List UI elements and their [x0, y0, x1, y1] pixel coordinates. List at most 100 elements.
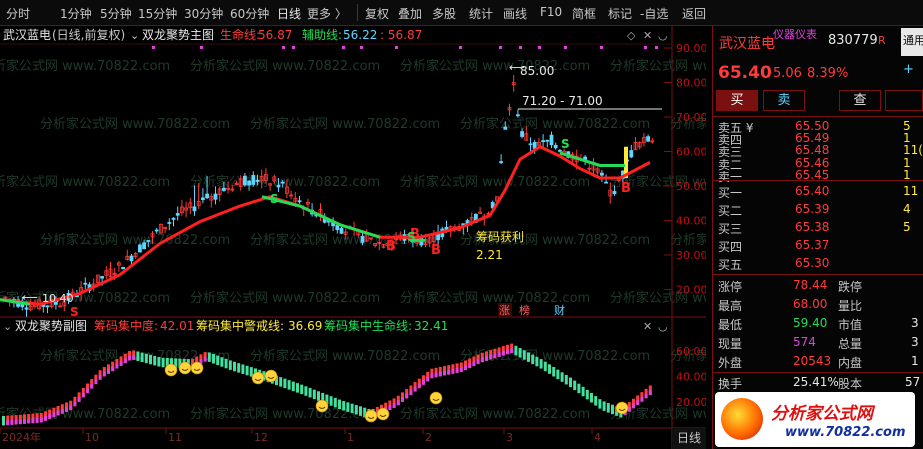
histogram-bar-lower: [14, 419, 18, 425]
candle-body: [24, 307, 29, 310]
mark-button[interactable]: 标记: [608, 5, 632, 22]
watermark-text: 分析家公式网 www.70822.com: [400, 174, 590, 190]
candle-body: [360, 235, 365, 243]
main-indicator-name[interactable]: 双龙聚势主图: [142, 28, 214, 42]
histogram-bar: [283, 378, 287, 389]
smiley-icon: [364, 409, 378, 423]
histogram-bar-lower: [94, 379, 98, 385]
price-tick-label: 40.00: [676, 215, 706, 228]
quote-side-plus-icon[interactable]: +: [903, 62, 914, 77]
histogram-bar: [514, 345, 518, 356]
tab-more[interactable]: 更多 〉: [307, 5, 347, 22]
divider: [713, 274, 923, 275]
buy-button[interactable]: 买: [716, 90, 758, 111]
bid-level-label: 买二: [718, 204, 743, 218]
c2-value: 36.69: [288, 319, 322, 333]
tab-5min[interactable]: 5分钟: [100, 5, 132, 22]
stat-label: 总量: [838, 337, 863, 351]
quote-tag[interactable]: 通用: [901, 28, 923, 56]
query-button[interactable]: 查: [839, 90, 881, 111]
multi-stock-button[interactable]: 多股: [432, 5, 456, 22]
histogram-bar: [153, 355, 157, 366]
histogram-bar-lower: [451, 368, 455, 374]
stat-label: 跌停: [838, 280, 863, 294]
date-tick-label: 3: [506, 431, 513, 444]
candle-body: [549, 134, 554, 146]
sub-indicator-name[interactable]: 双龙聚势副图: [15, 319, 87, 333]
histogram-bar-lower: [443, 370, 446, 376]
histogram-bar-lower: [468, 363, 472, 369]
date-tick-label: 12: [254, 431, 268, 444]
low-marker-icon: ⟵: [22, 291, 38, 304]
quote-industry: 仪器仪表: [773, 28, 817, 41]
logo-title: 分析家公式网: [771, 404, 873, 424]
watermark-text: 分析家公式网 www.70822.com: [190, 290, 380, 306]
candle-body: [154, 229, 159, 232]
c1-value: 42.01: [160, 319, 194, 333]
limit-up-tag-text: 涨: [499, 304, 510, 317]
life-line-label: 生命线:: [220, 27, 260, 42]
histogram-bar-lower: [6, 420, 10, 426]
svg-text:◡: ◡: [658, 320, 668, 333]
histogram-bar: [207, 352, 211, 362]
signal-dot: [292, 46, 295, 49]
smiley-icon: [251, 371, 265, 385]
histogram-bar: [527, 352, 530, 362]
bid-level-label: 买一: [718, 186, 743, 200]
histogram-bar: [279, 377, 283, 387]
tab-1min[interactable]: 1分钟: [60, 5, 92, 22]
panel-controls-icons[interactable]: ◇ ✕ ◡: [627, 29, 668, 42]
histogram-bar-lower: [44, 416, 47, 421]
quote-panel: 武汉蓝电 仪器仪表 830779 R 通用 65.40 5.06 8.39% +…: [712, 26, 923, 449]
histogram-bar-lower: [98, 374, 102, 380]
draw-button[interactable]: 画线: [503, 5, 527, 22]
sell-button[interactable]: 卖: [763, 90, 805, 111]
date-tick-label: 2024年: [2, 430, 41, 444]
signal-dot: [360, 46, 363, 49]
histogram-bar-lower: [23, 419, 26, 424]
histogram-bar: [602, 401, 606, 411]
candle-body: [192, 206, 197, 212]
frame-button[interactable]: 简框: [572, 5, 596, 22]
stat-value: 1: [911, 354, 919, 368]
candle-body: [167, 222, 172, 224]
overlay-button[interactable]: 叠加: [398, 5, 422, 22]
equity-value: 57: [905, 375, 921, 389]
watermark-text: 分析家公式网 www.70822.com: [0, 58, 170, 74]
stats-button[interactable]: 统计: [469, 5, 493, 22]
histogram-bar: [346, 402, 350, 412]
tab-timeshare[interactable]: 分时: [6, 5, 30, 22]
histogram-bar-lower: [65, 407, 68, 412]
smiley-icon: [315, 399, 329, 413]
histogram-bar: [531, 354, 535, 365]
signal-dot: [395, 46, 398, 49]
histogram-bar: [573, 380, 577, 391]
kline-chart[interactable]: 分析家公式网 www.70822.com 分析家公式网 www.70822.com…: [0, 26, 706, 449]
candle-body: [251, 175, 256, 185]
candle-body: [100, 276, 104, 279]
watermark-text: 分析家公式网 www.70822.com: [400, 406, 590, 422]
tab-30min[interactable]: 30分钟: [184, 5, 223, 22]
c3-value: 32.41: [414, 319, 448, 333]
smiley-icon: [164, 363, 178, 377]
indicator-chevron-icon[interactable]: ⌄: [130, 29, 139, 42]
adjust-button[interactable]: 复权: [365, 5, 389, 22]
histogram-bar-lower: [111, 366, 115, 372]
histogram-bar-lower: [27, 418, 31, 424]
tab-15min[interactable]: 15分钟: [138, 5, 177, 22]
watermark-text: 分析家公式网 www.70822.com: [40, 116, 230, 132]
candle-body: [242, 175, 247, 186]
f10-button[interactable]: F10: [540, 5, 562, 19]
histogram-bar-lower: [128, 355, 131, 361]
tab-daily[interactable]: 日线: [277, 5, 301, 22]
histogram-bar: [161, 357, 165, 368]
sub-chevron-icon[interactable]: ⌄: [3, 320, 12, 333]
more-button[interactable]: [885, 90, 923, 111]
histogram-bar: [611, 404, 614, 415]
tab-60min[interactable]: 60分钟: [230, 5, 269, 22]
svg-text:B: B: [386, 239, 396, 254]
back-button[interactable]: 返回: [682, 5, 706, 22]
watermark-text: 分析家公式网 www.70822.com: [250, 348, 440, 364]
histogram-bar: [300, 384, 304, 395]
watchlist-button[interactable]: -自选: [640, 5, 668, 22]
